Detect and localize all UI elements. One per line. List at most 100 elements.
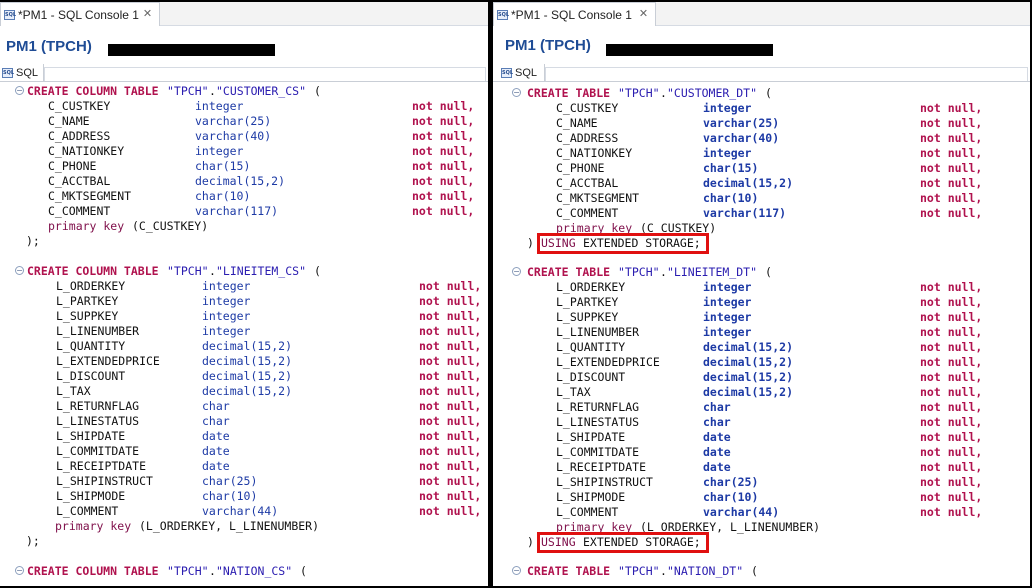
tab-sql[interactable]: SQL SQL xyxy=(0,64,44,82)
column-definition: C_ACCTBAL decimal(15,2) not null, xyxy=(493,176,1030,191)
column-definition: C_NATIONKEY integer not null, xyxy=(493,146,1030,161)
column-name: L_SHIPDATE xyxy=(56,429,126,443)
column-name: L_SHIPINSTRUCT xyxy=(556,475,653,489)
column-type: char(15) xyxy=(703,161,759,175)
not-null-constraint: not null, xyxy=(920,191,983,205)
create-table-line: − CREATE TABLE "TPCH". "LINEITEM_DT" ( xyxy=(493,265,1030,280)
dot: . xyxy=(209,264,216,278)
column-name: C_ADDRESS xyxy=(48,129,111,143)
connection-bar: PM1 (TPCH) xyxy=(493,27,1030,67)
sql-console-tab[interactable]: SQL *PM1 - SQL Console 1 ✕ xyxy=(0,2,160,26)
not-null-constraint: not null, xyxy=(920,161,983,175)
column-name: C_CUSTKEY xyxy=(556,101,619,115)
column-definition: L_SHIPDATE date not null, xyxy=(0,429,488,444)
column-definition: C_NAME varchar(25) not null, xyxy=(0,114,488,129)
column-type: decimal(15,2) xyxy=(202,384,293,398)
sql-console-tab[interactable]: SQL *PM1 - SQL Console 1 ✕ xyxy=(493,2,656,26)
column-type: decimal(15,2) xyxy=(703,340,794,354)
column-definition: L_LINENUMBER integer not null, xyxy=(0,324,488,339)
column-name: L_PARTKEY xyxy=(556,295,619,309)
column-name: C_NATIONKEY xyxy=(48,144,125,158)
column-type: char xyxy=(202,414,230,428)
column-definition: L_DISCOUNT decimal(15,2) not null, xyxy=(493,370,1030,385)
create-keyword: CREATE COLUMN TABLE xyxy=(27,564,159,578)
not-null-constraint: not null, xyxy=(419,459,482,473)
column-type: varchar(117) xyxy=(195,204,279,218)
primary-key-keyword: primary key xyxy=(55,519,132,533)
table-name: "CUSTOMER_CS" xyxy=(216,84,307,98)
column-name: L_EXTENDEDPRICE xyxy=(56,354,160,368)
not-null-constraint: not null, xyxy=(412,204,475,218)
column-type: varchar(44) xyxy=(202,504,279,518)
close-icon[interactable]: ✕ xyxy=(638,9,649,20)
column-type: date xyxy=(202,459,230,473)
not-null-constraint: not null, xyxy=(419,324,482,338)
not-null-constraint: not null, xyxy=(920,460,983,474)
create-keyword: CREATE TABLE xyxy=(527,86,611,100)
column-type: char(10) xyxy=(703,490,759,504)
column-definition: L_COMMITDATE date not null, xyxy=(493,445,1030,460)
column-definition: L_SHIPDATE date not null, xyxy=(493,430,1030,445)
not-null-constraint: not null, xyxy=(412,189,475,203)
sql-editor[interactable]: − CREATE TABLE "TPCH". "CUSTOMER_DT"(C_CUST… xyxy=(493,83,1030,586)
fold-collapse-icon[interactable]: − xyxy=(15,566,24,575)
not-null-constraint: not null, xyxy=(419,369,482,383)
column-definition: C_CUSTKEY integer not null, xyxy=(0,99,488,114)
column-definition: L_QUANTITY decimal(15,2) not null, xyxy=(493,340,1030,355)
not-null-constraint: not null, xyxy=(920,355,983,369)
column-definition: L_PARTKEY integer not null, xyxy=(0,294,488,309)
fold-collapse-icon[interactable]: − xyxy=(15,266,24,275)
column-name: C_CUSTKEY xyxy=(48,99,111,113)
connection-name: PM1 (TPCH) xyxy=(6,38,92,55)
column-type: integer xyxy=(202,279,251,293)
column-definition: L_SHIPMODE char(10) not null, xyxy=(493,490,1030,505)
column-name: L_DISCOUNT xyxy=(556,370,626,384)
dot: . xyxy=(209,84,216,98)
column-type: char xyxy=(202,399,230,413)
column-type: integer xyxy=(703,295,752,309)
column-type: decimal(15,2) xyxy=(195,174,286,188)
schema-name: "TPCH" xyxy=(618,86,660,100)
console-subtabs: SQL SQL xyxy=(0,64,488,82)
fold-collapse-icon[interactable]: − xyxy=(512,566,521,575)
connection-name: PM1 (TPCH) xyxy=(505,37,591,54)
create-keyword: CREATE COLUMN TABLE xyxy=(27,264,159,278)
column-definition: C_ADDRESS varchar(40) not null, xyxy=(493,131,1030,146)
table-name: "NATION_DT" xyxy=(667,564,744,578)
sql-icon: SQL xyxy=(2,68,15,78)
column-name: C_ACCTBAL xyxy=(556,176,619,190)
column-name: L_EXTENDEDPRICE xyxy=(556,355,660,369)
not-null-constraint: not null, xyxy=(920,310,983,324)
not-null-constraint: not null, xyxy=(920,340,983,354)
column-name: C_COMMENT xyxy=(556,206,619,220)
tab-sql[interactable]: SQL SQL xyxy=(499,64,545,82)
fold-collapse-icon[interactable]: − xyxy=(512,88,521,97)
tab-sql-label: SQL xyxy=(515,67,538,79)
schema-name: "TPCH" xyxy=(167,264,209,278)
column-definition: C_ADDRESS varchar(40) not null, xyxy=(0,129,488,144)
fold-collapse-icon[interactable]: − xyxy=(512,267,521,276)
column-type: decimal(15,2) xyxy=(703,370,794,384)
close-statement: ); xyxy=(0,534,488,549)
column-name: L_SUPPKEY xyxy=(56,309,119,323)
fold-collapse-icon[interactable]: − xyxy=(15,86,24,95)
column-name: L_LINENUMBER xyxy=(56,324,140,338)
not-null-constraint: not null, xyxy=(920,325,983,339)
schema-name: "TPCH" xyxy=(167,84,209,98)
column-definition: L_TAX decimal(15,2) not null, xyxy=(493,385,1030,400)
close-icon[interactable]: ✕ xyxy=(142,9,153,20)
column-type: date xyxy=(202,444,230,458)
not-null-constraint: not null, xyxy=(920,146,983,160)
column-definition: L_RECEIPTDATE date not null, xyxy=(493,460,1030,475)
column-name: L_TAX xyxy=(56,384,91,398)
not-null-constraint: not null, xyxy=(419,504,482,518)
column-name: C_ACCTBAL xyxy=(48,174,111,188)
column-name: L_COMMITDATE xyxy=(56,444,140,458)
not-null-constraint: not null, xyxy=(419,339,482,353)
sql-icon: SQL xyxy=(4,9,17,20)
dot: . xyxy=(660,265,667,279)
column-name: C_NATIONKEY xyxy=(556,146,633,160)
sql-editor[interactable]: − CREATE COLUMN TABLE "TPCH". "CUSTOMER_CS"… xyxy=(0,83,488,586)
not-null-constraint: not null, xyxy=(412,99,475,113)
column-type: date xyxy=(703,460,731,474)
